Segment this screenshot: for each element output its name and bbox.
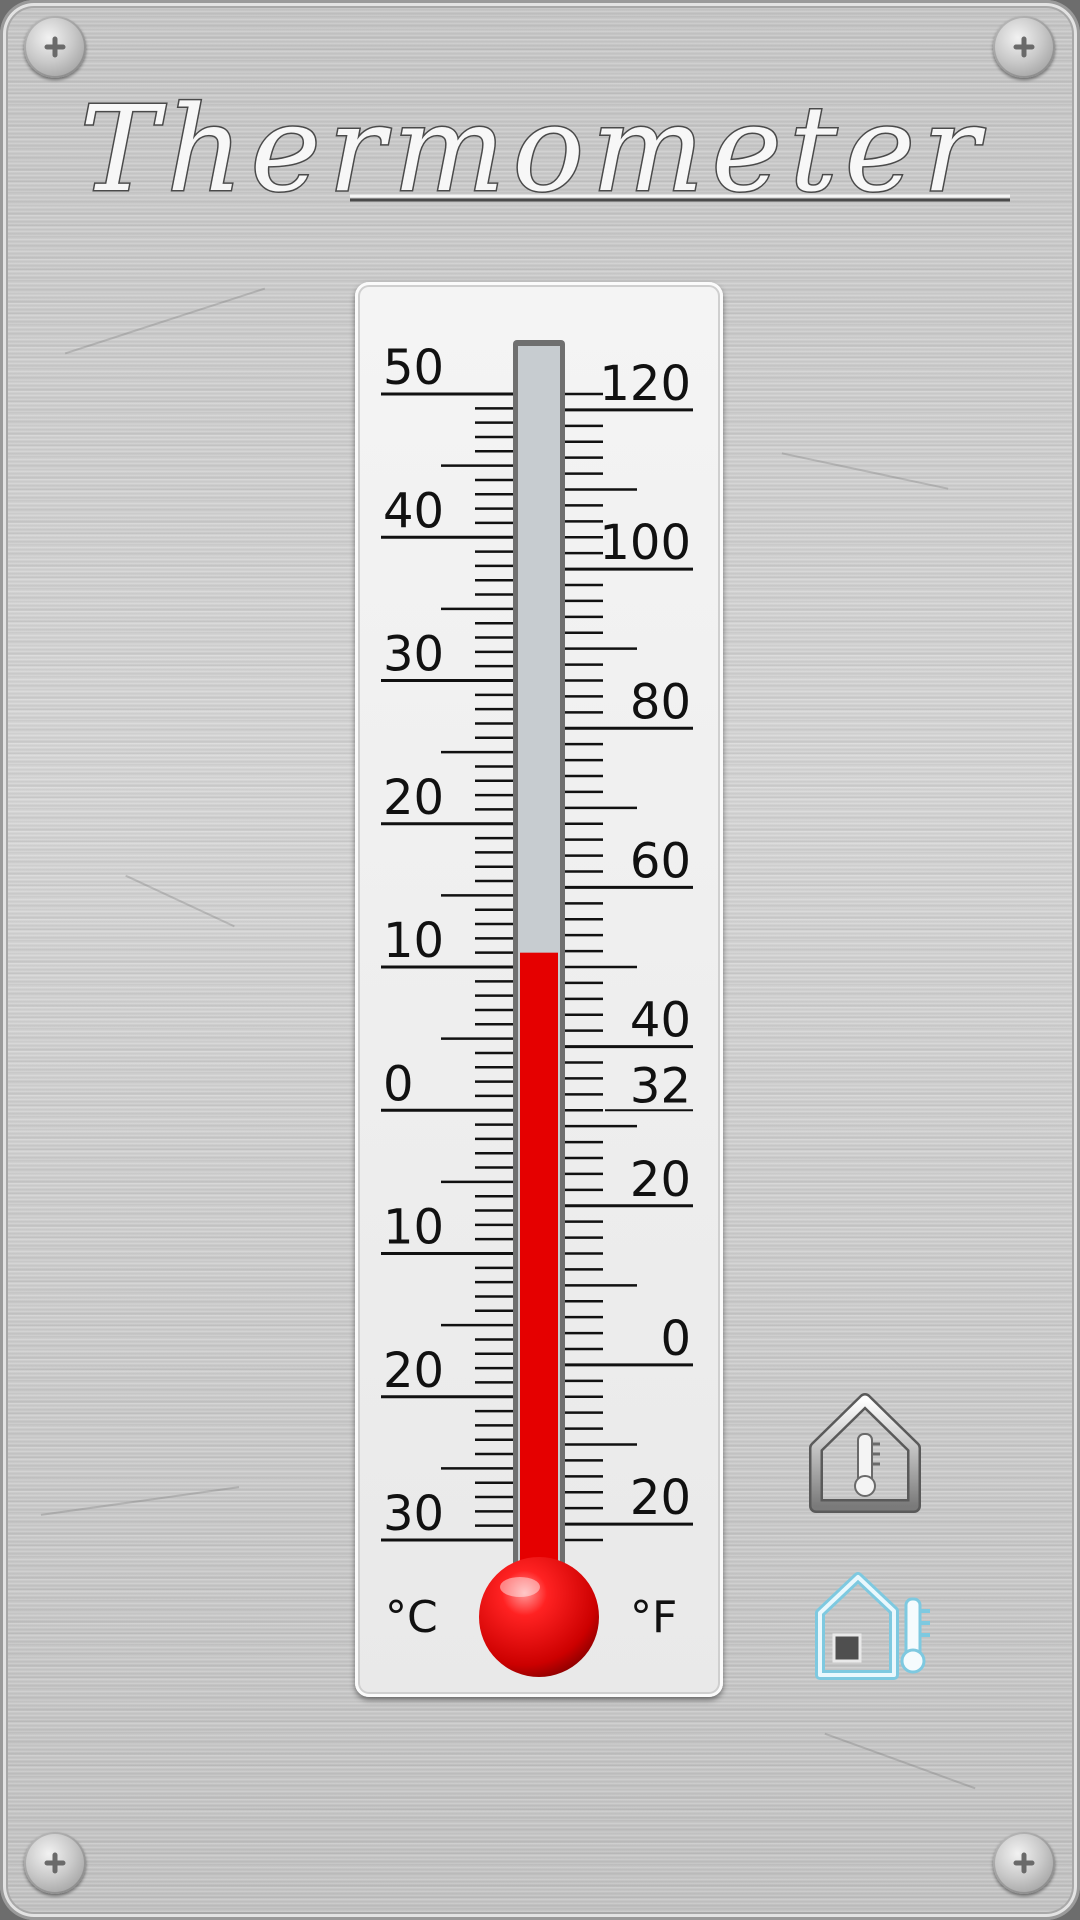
outdoor-mode-button[interactable] [812,1565,942,1695]
celsius-label: 0 [383,1056,414,1112]
celsius-label: 20 [383,770,444,826]
celsius-unit-label: °C [385,1592,438,1643]
scuff-mark [40,1486,240,1516]
house-outdoor-thermometer-icon [815,1572,930,1680]
fahrenheit-label: 32 [630,1058,691,1114]
fahrenheit-label: 20 [630,1152,691,1208]
celsius-label: 50 [383,340,444,396]
mercury-column [520,952,558,1582]
indoor-mode-button[interactable] [806,1390,924,1514]
fahrenheit-label: 0 [660,1311,691,1367]
app-title: Thermometer [79,79,1010,220]
fahrenheit-label: 120 [599,356,691,412]
celsius-label: 10 [383,913,444,969]
celsius-label: 10 [383,1200,444,1256]
celsius-label: 30 [383,1486,444,1542]
fahrenheit-unit-label: °F [630,1592,677,1643]
fahrenheit-label: 100 [599,515,691,571]
scuff-mark [824,1732,976,1790]
fahrenheit-label: 60 [630,833,691,889]
thermometer-graphic: 50403020100102030 1201008060403220020 °C… [381,340,693,1677]
celsius-label: 20 [383,1343,444,1399]
bulb-highlight [500,1577,540,1597]
celsius-label: 30 [383,627,444,683]
screw-icon [24,1832,86,1894]
scuff-mark [781,452,949,490]
screw-icon [993,1832,1055,1894]
fahrenheit-label: 80 [630,674,691,730]
fahrenheit-label: 20 [630,1470,691,1526]
thermometer-scale-card: 50 40 30 20 10 0 10 20 30 120 100 80 60 40 32 20 0 20 °C… [355,282,723,1697]
metal-panel: Thermometer 50 40 30 20 10 0 10 20 30 12… [0,0,1080,1920]
fahrenheit-label: 40 [630,993,691,1049]
fahrenheit-labels: 120 100 80 60 40 32 20 0 20 [599,356,691,1526]
scuff-mark [64,287,266,355]
celsius-labels: 50 40 30 20 10 0 10 20 30 [383,340,444,1542]
mercury-bulb [479,1557,599,1677]
celsius-label: 40 [383,483,444,539]
scuff-mark [125,874,235,928]
house-thermometer-icon [809,1393,921,1513]
